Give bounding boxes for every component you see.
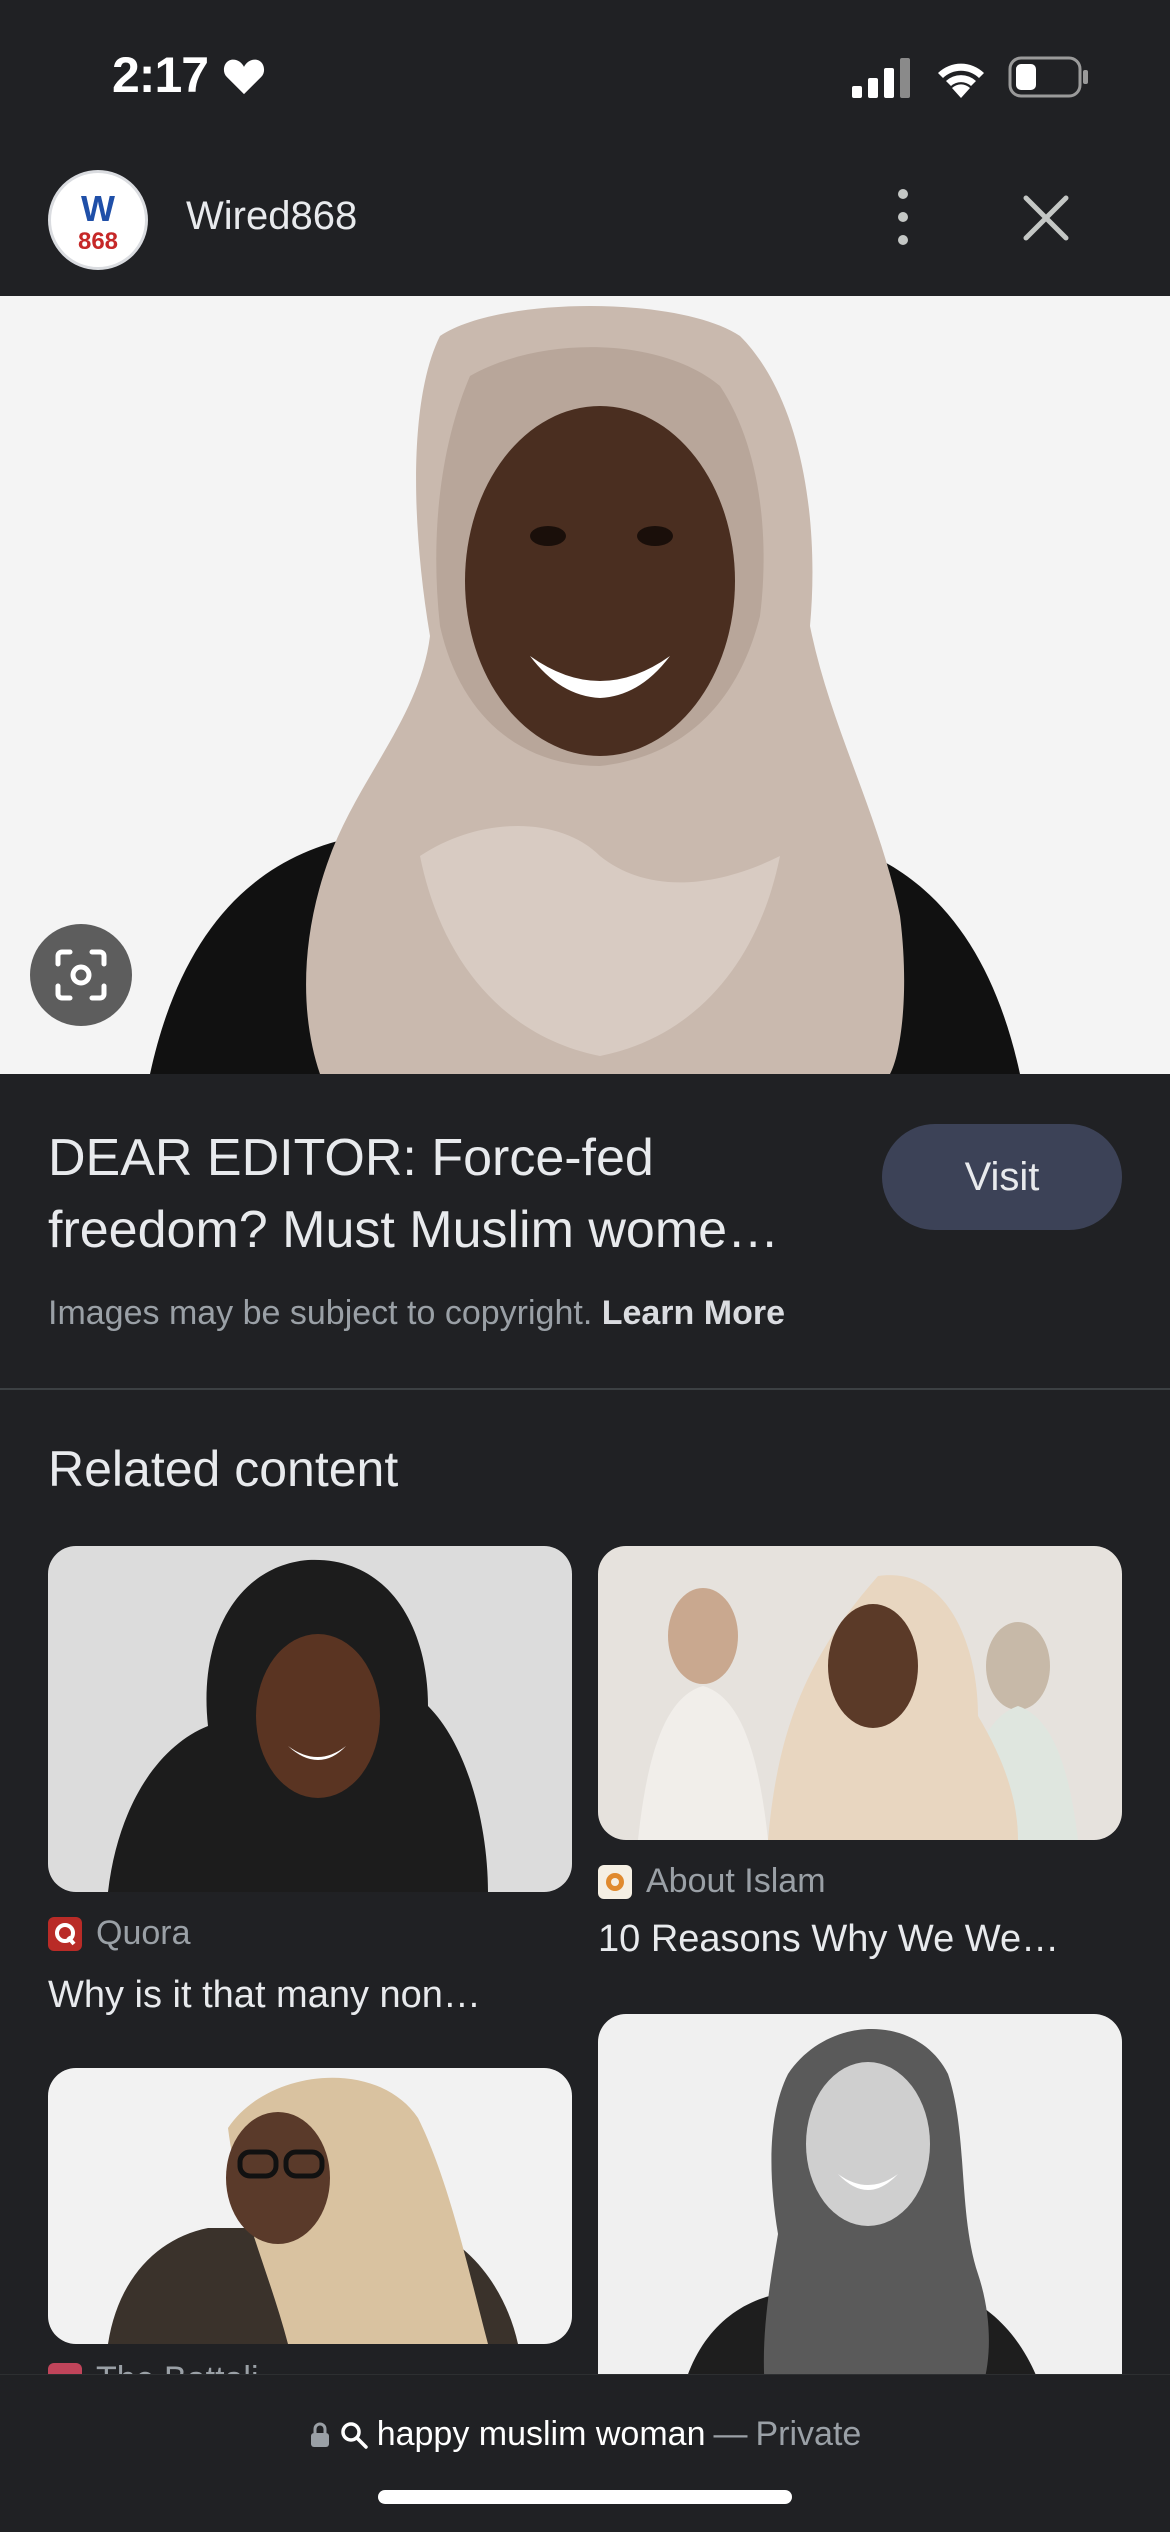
woman-in-hijab-photo <box>0 296 1170 1074</box>
related-source-label: About Islam <box>646 1862 826 1900</box>
home-indicator[interactable] <box>378 2490 792 2504</box>
copyright-notice: Images may be subject to copyright. Lear… <box>48 1294 785 1333</box>
search-query-row[interactable]: happy muslim woman — Private <box>0 2415 1170 2454</box>
main-image[interactable] <box>0 296 1170 1074</box>
related-image-4[interactable] <box>598 2014 1122 2414</box>
status-time: 2:17 <box>112 47 209 103</box>
result-title-line2: freedom? Must Muslim wome… <box>48 1201 780 1259</box>
related-content-heading: Related content <box>48 1441 399 1497</box>
close-icon[interactable] <box>1018 190 1074 246</box>
lens-icon <box>55 949 107 1001</box>
learn-more-link[interactable]: Learn More <box>602 1294 785 1332</box>
avatar-logo-letter: W <box>81 188 115 229</box>
woman-black-hijab-photo <box>48 1546 572 1892</box>
related-source-about-islam[interactable]: About Islam <box>598 1862 826 1901</box>
search-query-text: happy muslim woman <box>376 2415 706 2453</box>
related-source-label: Quora <box>96 1914 191 1952</box>
wifi-icon <box>938 63 984 98</box>
heart-icon <box>223 59 265 95</box>
lock-icon <box>310 2422 329 2447</box>
divider <box>0 1388 1170 1390</box>
woman-grey-hijab-photo <box>598 2014 1122 2414</box>
avatar-logo-number: 868 <box>78 228 118 255</box>
image-viewer-screen: 2:17 W 868 Wired868 DEAR EDITOR: Force-f… <box>0 0 1170 2532</box>
battery-icon <box>1008 56 1088 98</box>
cellular-signal-icon <box>852 58 910 98</box>
about-islam-icon <box>598 1864 632 1899</box>
related-image-3[interactable] <box>48 2068 572 2344</box>
site-avatar[interactable]: W 868 <box>48 170 148 270</box>
lens-search-button[interactable] <box>30 924 132 1026</box>
more-options-icon[interactable] <box>880 182 926 252</box>
related-title-quora[interactable]: Why is it that many non… <box>48 1974 578 2017</box>
three-women-photo <box>598 1546 1122 1840</box>
related-image-about-islam[interactable] <box>598 1546 1122 1840</box>
separator-dash: — <box>713 2415 748 2453</box>
bottom-address-bar[interactable]: happy muslim woman — Private <box>0 2374 1170 2532</box>
quora-icon <box>48 1916 82 1951</box>
viewer-header: W 868 Wired868 <box>0 160 1170 295</box>
site-name[interactable]: Wired868 <box>186 194 357 239</box>
wired868-logo: W 868 <box>78 188 118 255</box>
search-icon <box>340 2421 368 2449</box>
visit-button[interactable]: Visit <box>882 1124 1122 1230</box>
related-title-about-islam[interactable]: 10 Reasons Why We We… <box>598 1918 1128 1961</box>
woman-glasses-photo <box>48 2068 572 2344</box>
status-bar: 2:17 <box>0 0 1170 150</box>
related-image-quora[interactable] <box>48 1546 572 1892</box>
result-title[interactable]: DEAR EDITOR: Force-fed freedom? Must Mus… <box>48 1122 848 1266</box>
private-mode-label: Private <box>755 2415 862 2453</box>
result-title-line1: DEAR EDITOR: Force-fed <box>48 1129 654 1187</box>
related-source-quora[interactable]: Quora <box>48 1914 191 1953</box>
copyright-text: Images may be subject to copyright. <box>48 1294 593 1332</box>
